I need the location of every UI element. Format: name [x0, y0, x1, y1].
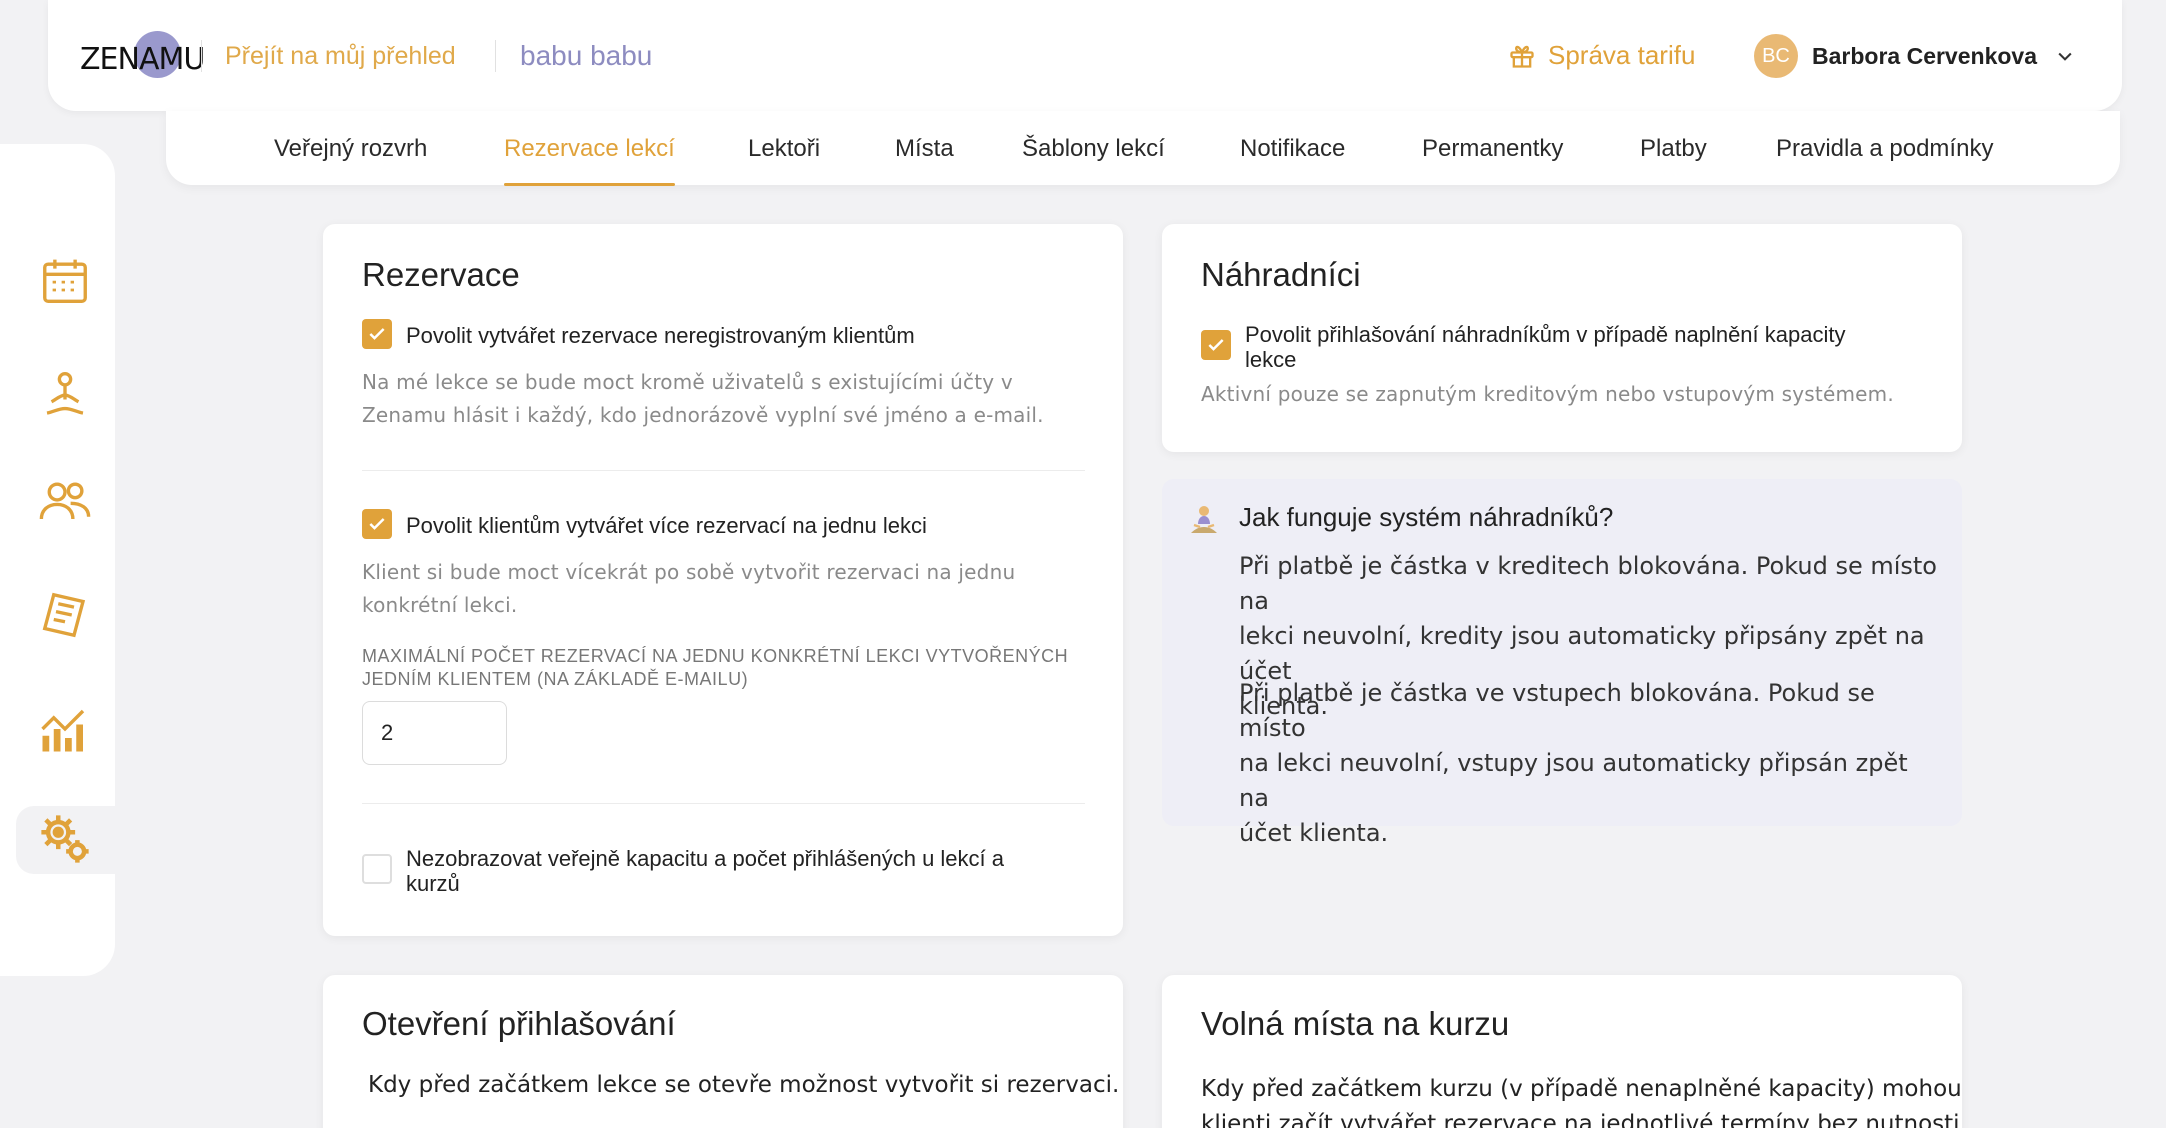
max-reservations-input[interactable]: 2 [362, 701, 507, 765]
help-line: Klient si bude moct vícekrát po sobě vyt… [362, 560, 1016, 584]
tab-payments[interactable]: Platby [1640, 135, 1707, 163]
user-menu[interactable]: BC Barbora Cervenkova [1754, 34, 2075, 78]
check-icon [369, 518, 385, 530]
opening-card: Otevření přihlašování Kdy před začátkem … [323, 975, 1123, 1128]
allow-unregistered-row[interactable]: Povolit vytvářet rezervace neregistrovan… [362, 319, 915, 349]
text-line: klienti začít vytvářet rezervace na jedn… [1201, 1111, 1960, 1128]
users-icon [39, 482, 91, 520]
divider [362, 803, 1085, 804]
sidebar-item-lessons[interactable] [38, 368, 92, 422]
tab-lesson-templates[interactable]: Šablony lekcí [1022, 135, 1165, 163]
divider [495, 40, 496, 72]
max-reservations-label: MAXIMÁLNÍ POČET REZERVACÍ NA JEDNU KONKR… [362, 645, 1068, 691]
text-line: Kdy před začátkem kurzu (v případě nenap… [1201, 1076, 1962, 1102]
tab-notifications[interactable]: Notifikace [1240, 135, 1345, 163]
logo-text: ZENAMU [80, 42, 205, 77]
allow-multiple-row[interactable]: Povolit klientům vytvářet více rezervací… [362, 509, 927, 539]
info-title: Jak funguje systém náhradníků? [1239, 502, 1614, 532]
overview-link[interactable]: Přejít na můj přehled [225, 42, 456, 71]
zenamu-logo[interactable]: ZENAMU [80, 22, 205, 86]
calendar-icon [43, 259, 87, 303]
tariff-label: Správa tarifu [1548, 40, 1696, 70]
settings-icon [41, 815, 89, 863]
label-line: MAXIMÁLNÍ POČET REZERVACÍ NA JEDNU KONKR… [362, 646, 1069, 666]
user-name: Barbora Cervenkova [1812, 42, 2037, 69]
help-line: Na mé lekce se bude moct kromě uživatelů… [362, 370, 1013, 394]
substitutes-info-box: Jak funguje systém náhradníků? Při platb… [1162, 479, 1962, 847]
free-spots-title: Volná místa na kurzu [1201, 1005, 1510, 1042]
allow-multiple-checkbox[interactable] [362, 509, 392, 539]
hide-capacity-row[interactable]: Nezobrazovat veřejně kapacitu a počet př… [362, 846, 1004, 896]
tab-instructors[interactable]: Lektoři [748, 135, 820, 163]
hide-capacity-label: Nezobrazovat veřejně kapacitu a počet př… [406, 846, 1004, 896]
label-line: lekce [1245, 347, 1297, 372]
settings-tabs: Veřejný rozvrh Rezervace lekcí Lektoři M… [166, 111, 2120, 186]
meditation-icon [1191, 506, 1217, 533]
tab-places[interactable]: Místa [895, 135, 954, 163]
allow-unregistered-checkbox[interactable] [362, 319, 392, 349]
tab-public-schedule[interactable]: Veřejný rozvrh [274, 135, 427, 163]
avatar: BC [1754, 34, 1798, 78]
sidebar-item-documents[interactable] [38, 588, 92, 642]
divider [201, 40, 202, 72]
reservations-card: Rezervace Povolit vytvářet rezervace ner… [323, 224, 1123, 936]
hide-capacity-checkbox[interactable] [362, 854, 392, 884]
divider [362, 470, 1085, 471]
substitutes-title: Náhradníci [1201, 256, 1361, 293]
allow-multiple-help: Klient si bude moct vícekrát po sobě vyt… [362, 556, 1015, 622]
check-icon [369, 328, 385, 340]
text-line: Při platbě je částka ve vstupech bloková… [1239, 679, 1875, 742]
check-icon [1208, 339, 1224, 351]
allow-substitutes-checkbox[interactable] [1201, 330, 1231, 360]
document-icon [42, 592, 86, 638]
info-paragraph-entries: Při platbě je částka ve vstupech bloková… [1239, 676, 1939, 851]
chart-icon [41, 709, 85, 752]
top-bar: ZENAMU Přejít na můj přehled babu babu S… [48, 0, 2122, 111]
allow-unregistered-label: Povolit vytvářet rezervace neregistrovan… [406, 323, 915, 348]
tab-passes[interactable]: Permanentky [1422, 135, 1563, 163]
reservations-title: Rezervace [362, 256, 520, 293]
yoga-icon [46, 371, 84, 415]
text-line: Při platbě je částka v kreditech bloková… [1239, 552, 1937, 615]
free-spots-card: Volná místa na kurzu Kdy před začátkem k… [1162, 975, 1962, 1128]
free-spots-text: Kdy před začátkem kurzu (v případě nenap… [1201, 1072, 1962, 1128]
text-line: účet klienta. [1239, 819, 1389, 847]
opening-text: Kdy před začátkem lekce se otevře možnos… [368, 1072, 1120, 1098]
tab-lesson-reservations[interactable]: Rezervace lekcí [504, 135, 675, 186]
help-line: Zenamu hlásit i každý, kdo jednorázově v… [362, 403, 1044, 427]
sidebar-item-calendar[interactable] [38, 254, 92, 308]
substitutes-card: Náhradníci Povolit přihlašování náhradní… [1162, 224, 1962, 452]
gift-icon [1510, 45, 1534, 68]
label-line: Povolit přihlašování náhradníkům v přípa… [1245, 322, 1846, 347]
text-line: na lekci neuvolní, vstupy jsou automatic… [1239, 749, 1908, 812]
opening-title: Otevření přihlašování [362, 1005, 676, 1042]
allow-substitutes-label: Povolit přihlašování náhradníkům v přípa… [1245, 322, 1845, 372]
substitutes-help: Aktivní pouze se zapnutým kreditovým neb… [1201, 382, 1894, 406]
chevron-down-icon [2058, 52, 2072, 61]
label-line: kurzů [406, 871, 460, 896]
label-line: JEDNÍM KLIENTEM (NA ZÁKLADĚ E-MAILU) [362, 669, 749, 689]
sidebar-item-clients[interactable] [38, 474, 92, 528]
sidebar-item-settings[interactable] [38, 812, 92, 866]
allow-unregistered-help: Na mé lekce se bude moct kromě uživatelů… [362, 366, 1044, 432]
help-line: konkrétní lekci. [362, 593, 518, 617]
school-name[interactable]: babu babu [520, 40, 652, 72]
label-line: Nezobrazovat veřejně kapacitu a počet př… [406, 846, 1005, 871]
allow-multiple-label: Povolit klientům vytvářet více rezervací… [406, 513, 927, 538]
sidebar-item-statistics[interactable] [38, 702, 92, 756]
tab-terms[interactable]: Pravidla a podmínky [1776, 135, 1993, 163]
allow-substitutes-row[interactable]: Povolit přihlašování náhradníkům v přípa… [1201, 322, 1845, 372]
tariff-button[interactable]: Správa tarifu [1508, 40, 1695, 71]
